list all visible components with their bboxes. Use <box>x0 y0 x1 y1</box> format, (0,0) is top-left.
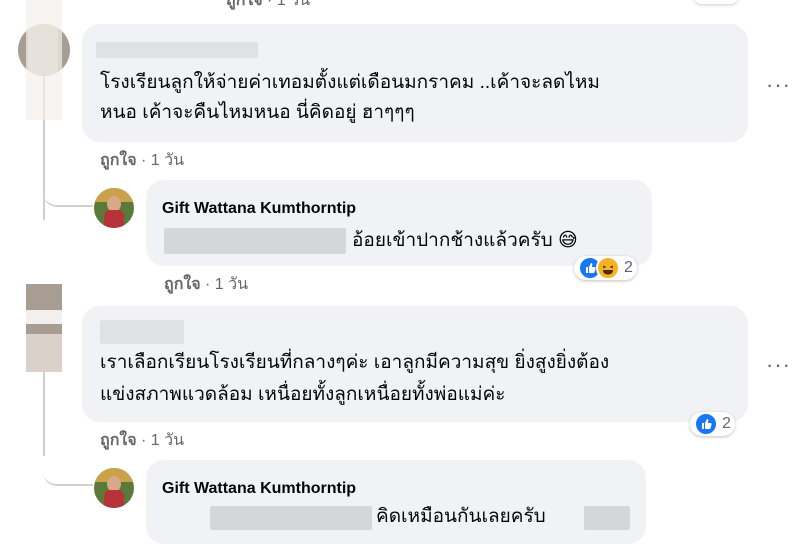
comment-text: แข่งสภาพแวดล้อม เหนื่อยทั้งลูกเหนื่อยทั้… <box>100 384 506 405</box>
like-reaction-icon <box>694 412 718 436</box>
reaction-summary-partial[interactable] <box>694 0 738 4</box>
reaction-summary[interactable]: 2 <box>690 412 735 436</box>
reaction-count: 2 <box>624 259 633 276</box>
reply-meta: ถูกใจ · 1 วัน <box>164 276 249 293</box>
comment-text: หนอ เค้าจะคืนไหมหนอ นี่คิดอยู่ ฮาๆๆๆ <box>100 102 415 123</box>
redacted-text <box>164 228 346 254</box>
comment-meta: ถูกใจ · 1 วัน <box>100 432 185 449</box>
author-name-redacted[interactable] <box>96 42 258 58</box>
like-link[interactable]: ถูกใจ <box>100 432 137 449</box>
haha-reaction-icon <box>596 256 620 280</box>
comment-meta: ถูกใจ · 1 วัน <box>100 152 185 169</box>
timestamp[interactable]: 1 วัน <box>151 432 184 449</box>
comment-bubble: เราเลือกเรียนโรงเรียนที่กลางๆค่ะ เอาลูกม… <box>82 306 748 422</box>
more-options-icon[interactable]: ··· <box>766 72 791 98</box>
reaction-summary[interactable]: 2 <box>574 256 637 280</box>
top-comment-meta: ถูกใจ · 1 วัน <box>226 0 310 13</box>
author-name[interactable]: Gift Wattana Kumthorntip <box>162 480 356 498</box>
like-link[interactable]: ถูกใจ <box>100 152 137 169</box>
avatar-blur-overlay <box>26 0 62 120</box>
timestamp[interactable]: 1 วัน <box>215 276 248 293</box>
comment-text: เราเลือกเรียนโรงเรียนที่กลางๆค่ะ เอาลูกม… <box>100 352 610 373</box>
timestamp[interactable]: 1 วัน <box>151 152 184 169</box>
redacted-text <box>584 506 630 530</box>
thread-connector <box>43 440 93 486</box>
redacted-text <box>210 506 372 530</box>
avatar[interactable] <box>26 284 62 372</box>
reply-bubble: Gift Wattana Kumthorntip คิดเหมือนกันเลย… <box>146 460 646 544</box>
avatar[interactable] <box>94 188 134 228</box>
like-link[interactable]: ถูกใจ <box>226 0 263 9</box>
like-link[interactable]: ถูกใจ <box>164 276 201 293</box>
reply-text: คิดเหมือนกันเลยครับ <box>376 506 546 527</box>
author-name-redacted[interactable] <box>100 320 184 344</box>
comment-bubble: โรงเรียนลูกให้จ่ายค่าเทอมตั้งแต่เดือนมกร… <box>82 24 748 142</box>
grinning-sweat-emoji-icon: 😅 <box>558 230 578 251</box>
author-name[interactable]: Gift Wattana Kumthorntip <box>162 200 356 218</box>
reply-bubble: Gift Wattana Kumthorntip อ้อยเข้าปากช้าง… <box>146 180 652 266</box>
avatar[interactable] <box>94 468 134 508</box>
reaction-count: 2 <box>722 415 731 432</box>
reply-text: อ้อยเข้าปากช้างแล้วครับ 😅 <box>352 230 578 251</box>
comment-text: โรงเรียนลูกให้จ่ายค่าเทอมตั้งแต่เดือนมกร… <box>100 72 600 93</box>
thread-connector <box>43 140 93 207</box>
more-options-icon[interactable]: ··· <box>766 352 791 378</box>
